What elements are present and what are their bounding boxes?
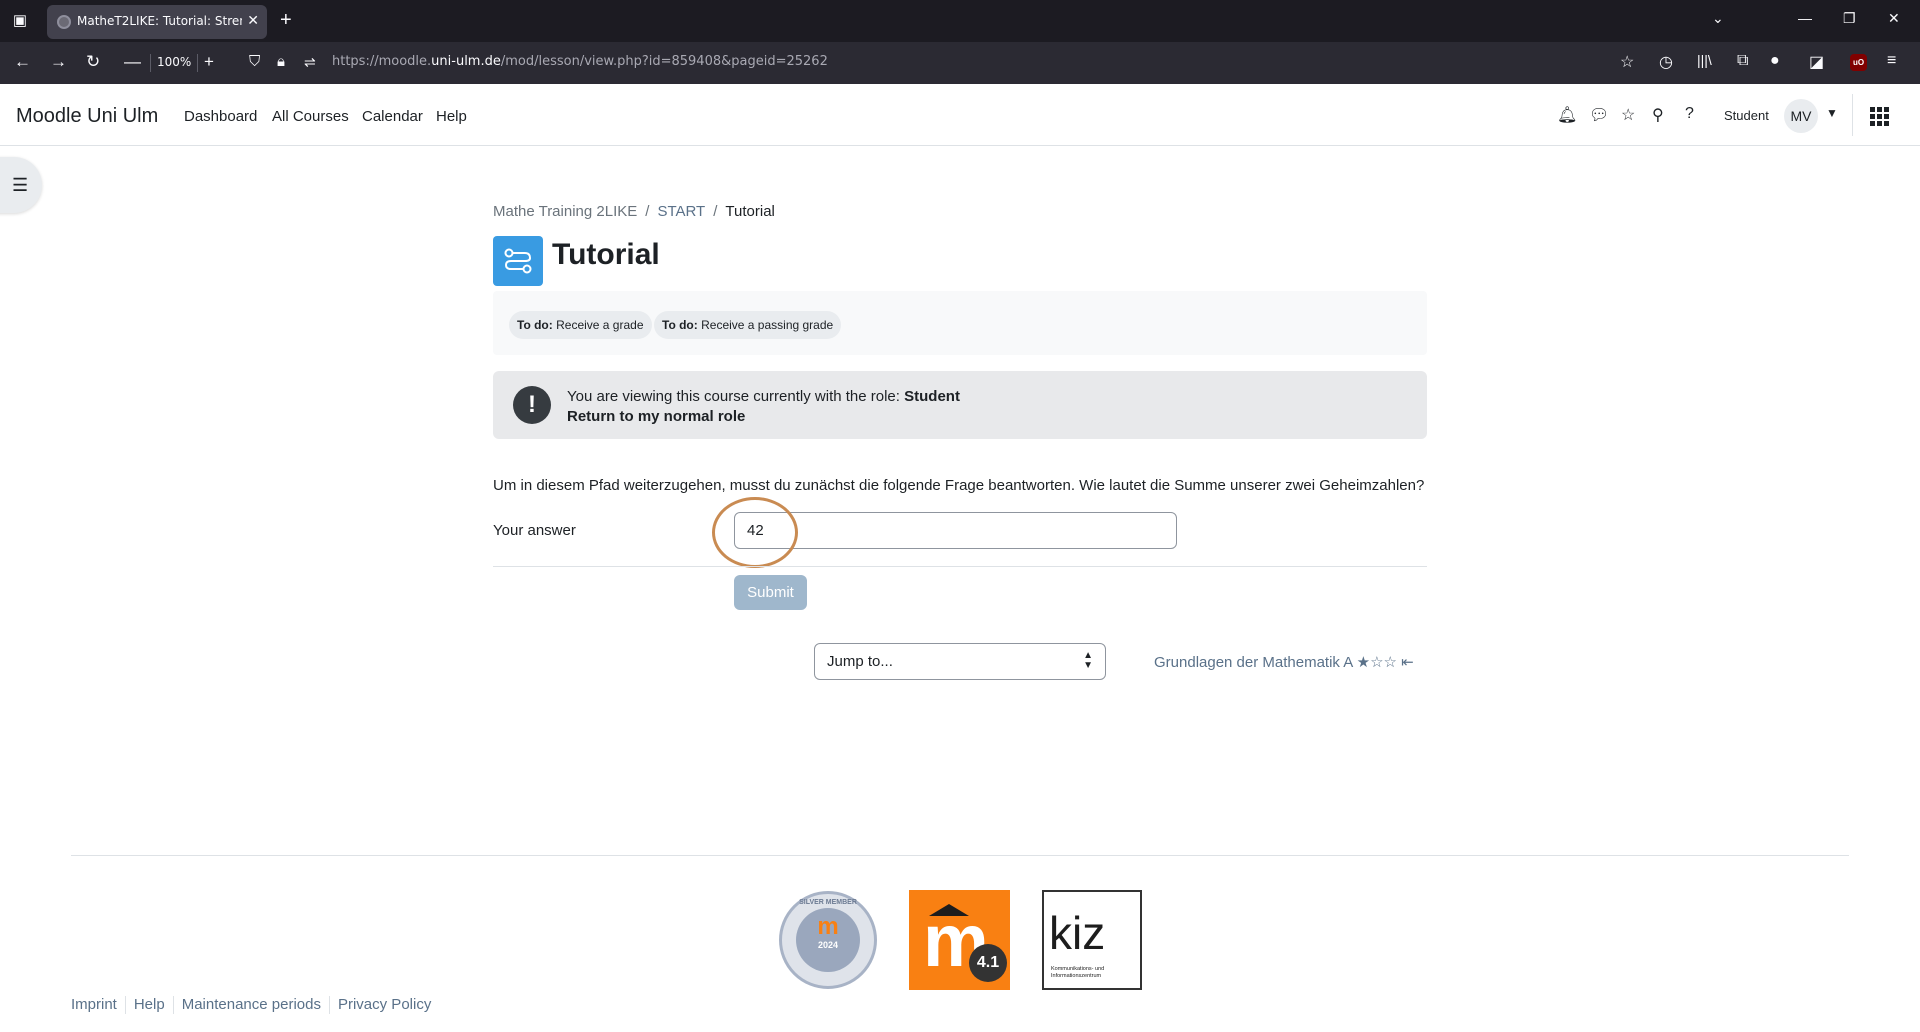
avatar[interactable]: MV (1784, 99, 1818, 133)
footer-link-help[interactable]: Help (134, 996, 165, 1013)
minimize-icon[interactable]: — (1798, 10, 1812, 26)
search-icon[interactable]: ⚲ (1652, 105, 1664, 125)
lock-icon[interactable]: 🔒︎ (277, 52, 285, 72)
apps-grid-icon[interactable] (1870, 107, 1889, 126)
breadcrumb-course[interactable]: Mathe Training 2LIKE (493, 203, 637, 220)
moodle-m-icon: m (817, 913, 839, 940)
chevron-down-icon[interactable]: ▼ (1826, 106, 1838, 120)
footer-link-imprint[interactable]: Imprint (71, 996, 117, 1013)
zoom-level[interactable]: 100% (157, 55, 191, 69)
messages-icon[interactable]: 💬︎ (1589, 105, 1609, 125)
kiz-logo[interactable]: kiz Kommunikations- und Informationszent… (1042, 890, 1142, 990)
bookmark-star-icon[interactable]: ☆ (1620, 52, 1634, 72)
menu-icon[interactable]: ≡ (1887, 52, 1896, 70)
breadcrumb-current: Tutorial (725, 203, 775, 220)
list-icon: ☰ (12, 175, 29, 195)
silver-badge-text: SILVER MEMBER (799, 899, 857, 906)
nav-help[interactable]: Help (436, 108, 467, 125)
nav-dashboard[interactable]: Dashboard (184, 108, 257, 125)
moodle-silver-member-logo[interactable]: SILVER MEMBER m 2024 (779, 891, 877, 989)
question-text: Um in diesem Pfad weiterzugehen, musst d… (493, 477, 1425, 494)
history-icon[interactable]: ◷ (1659, 52, 1673, 72)
library-icon[interactable]: |||\ (1697, 52, 1712, 68)
site-brand[interactable]: Moodle Uni Ulm (16, 105, 158, 128)
divider (493, 566, 1427, 567)
zoom-out-icon[interactable]: — (124, 52, 141, 72)
url-host: uni-ulm.de (431, 54, 501, 69)
answer-label: Your answer (493, 522, 576, 539)
jump-to-select[interactable]: Jump to... ▲ ▼ (814, 643, 1106, 680)
role-label: Student (1724, 108, 1769, 123)
exclamation-icon: ! (513, 386, 551, 424)
moodle-version: 4.1 (969, 944, 1007, 982)
permissions-icon[interactable]: ⇌ (304, 52, 316, 72)
notifications-icon[interactable]: 🔔︎ (1557, 105, 1577, 125)
tab-title: MatheT2LIKE: Tutorial: Strengge (77, 14, 242, 28)
close-window-icon[interactable]: ✕ (1888, 10, 1900, 27)
tab-list-icon[interactable]: ▣ (8, 10, 32, 32)
return-to-normal-role-link[interactable]: Return to my normal role (567, 408, 745, 425)
footer-links: Imprint Help Maintenance periods Privacy Po… (71, 996, 431, 1015)
footer-link-privacy[interactable]: Privacy Policy (338, 996, 431, 1013)
completion-badge: To do: Receive a passing grade (654, 311, 842, 339)
jump-to-label: Jump to... (827, 653, 893, 670)
close-tab-icon[interactable]: ✕ (247, 12, 259, 29)
page-title: Tutorial (552, 238, 660, 271)
browser-tab[interactable]: MatheT2LIKE: Tutorial: Strengge ✕ (47, 5, 267, 39)
restore-icon[interactable]: ❐ (1843, 10, 1856, 27)
shield-icon[interactable]: ⛉ (249, 52, 260, 72)
nav-all-courses[interactable]: All Courses (272, 108, 349, 125)
submit-button[interactable]: Submit (734, 575, 807, 610)
next-activity-link[interactable]: Grundlagen der Mathematik A ★☆☆ ⇤ (1154, 653, 1414, 671)
breadcrumb: Mathe Training 2LIKE / START / Tutorial (493, 203, 775, 220)
url-path: /mod/lesson/view.php?id=859408&pageid=25… (500, 54, 828, 69)
sync-icon[interactable]: ● (1770, 52, 1780, 70)
moodle-navbar: Moodle Uni Ulm Dashboard All Courses Cal… (0, 84, 1920, 146)
screenshot-icon[interactable]: ◪ (1809, 52, 1824, 72)
list-all-tabs-icon[interactable]: ⌄ (1712, 10, 1724, 27)
footer-divider (71, 855, 1849, 856)
zoom-in-icon[interactable]: + (204, 52, 214, 72)
silver-badge-year: 2024 (817, 940, 839, 950)
browser-toolbar: ← → ↻ — 100% + ⛉ 🔒︎ ⇌ https://moodle.uni… (0, 42, 1920, 84)
divider (1852, 94, 1853, 136)
breadcrumb-section[interactable]: START (657, 203, 705, 220)
completion-badge: To do: Receive a grade (509, 311, 652, 339)
alert-role: Student (904, 388, 960, 405)
completion-requirements: To do: Receive a grade To do: Receive a … (493, 291, 1427, 355)
help-icon[interactable]: ? (1685, 105, 1694, 123)
new-tab-icon[interactable]: + (280, 9, 292, 31)
ublock-icon[interactable]: uO (1850, 54, 1867, 71)
kiz-logo-text: kiz (1049, 907, 1106, 959)
starred-icon[interactable]: ☆ (1621, 105, 1635, 125)
select-caret-icon: ▲ ▼ (1083, 650, 1093, 671)
separator (197, 54, 198, 72)
url-prefix: https://moodle. (332, 54, 432, 69)
browser-tab-bar: ▣ MatheT2LIKE: Tutorial: Strengge ✕ + ⌄ … (0, 0, 1920, 42)
tab-favicon-icon (57, 15, 71, 29)
role-alert: ! You are viewing this course currently … (493, 371, 1427, 439)
reload-icon[interactable]: ↻ (86, 52, 100, 72)
url-bar[interactable]: https://moodle.uni-ulm.de/mod/lesson/vie… (332, 54, 828, 69)
lesson-icon (493, 236, 543, 286)
back-icon[interactable]: ← (14, 52, 31, 72)
alert-text: You are viewing this course currently wi… (567, 388, 960, 405)
forward-icon[interactable]: → (50, 52, 67, 72)
extensions-icon[interactable]: ⧉ (1737, 52, 1748, 70)
moodle-version-logo[interactable]: m 4.1 (909, 890, 1010, 990)
footer-link-maintenance[interactable]: Maintenance periods (182, 996, 321, 1013)
answer-input[interactable] (734, 512, 1177, 549)
nav-calendar[interactable]: Calendar (362, 108, 423, 125)
course-index-toggle[interactable]: ☰ (0, 157, 42, 213)
kiz-logo-subtext: Kommunikations- und Informationszentrum (1051, 966, 1105, 979)
separator (150, 54, 151, 72)
